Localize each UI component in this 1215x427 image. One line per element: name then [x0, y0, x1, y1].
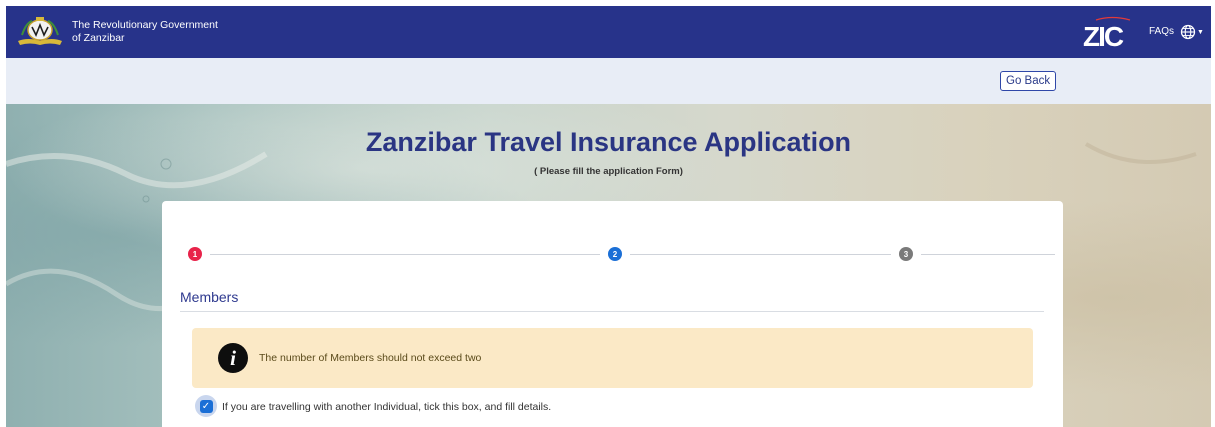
companion-checkbox[interactable]: ✓	[195, 395, 217, 417]
info-alert: i The number of Members should not excee…	[192, 328, 1033, 388]
zic-logo-text: ZIC	[1083, 21, 1124, 50]
government-name: The Revolutionary Government of Zanzibar	[72, 19, 252, 45]
government-name-line2: of Zanzibar	[72, 32, 125, 44]
page-subtitle: ( Please fill the application Form)	[534, 166, 683, 177]
application-form-card: 1 2 3 Members i The number of Members sh…	[162, 201, 1063, 427]
section-divider	[180, 311, 1044, 312]
stepper-connector	[210, 254, 600, 255]
language-selector[interactable]: ▼	[1180, 23, 1206, 41]
hero-section: Zanzibar Travel Insurance Application ( …	[6, 104, 1211, 427]
step-3-indicator[interactable]: 3	[899, 247, 913, 261]
stepper-connector	[921, 254, 1055, 255]
government-emblem-logo[interactable]	[16, 15, 64, 47]
page-title: Zanzibar Travel Insurance Application	[365, 127, 852, 157]
government-name-line1: The Revolutionary Government	[72, 19, 218, 31]
step-2-indicator[interactable]: 2	[608, 247, 622, 261]
companion-checkbox-label[interactable]: If you are travelling with another Indiv…	[222, 401, 551, 413]
checkmark-icon: ✓	[199, 399, 213, 413]
go-back-button[interactable]: Go Back	[1000, 71, 1057, 91]
step-1-indicator[interactable]: 1	[188, 247, 202, 261]
section-title: Members	[180, 289, 239, 305]
zic-logo[interactable]: ZIC	[1082, 16, 1144, 52]
stepper-connector	[630, 254, 891, 255]
top-navbar: The Revolutionary Government of Zanzibar…	[6, 6, 1211, 58]
alert-message: The number of Members should not exceed …	[259, 352, 482, 364]
faqs-link[interactable]: FAQs	[1149, 26, 1174, 37]
action-bar: Go Back	[6, 58, 1211, 104]
globe-icon	[1180, 24, 1196, 40]
info-icon: i	[218, 343, 248, 373]
chevron-down-icon: ▼	[1197, 28, 1204, 36]
